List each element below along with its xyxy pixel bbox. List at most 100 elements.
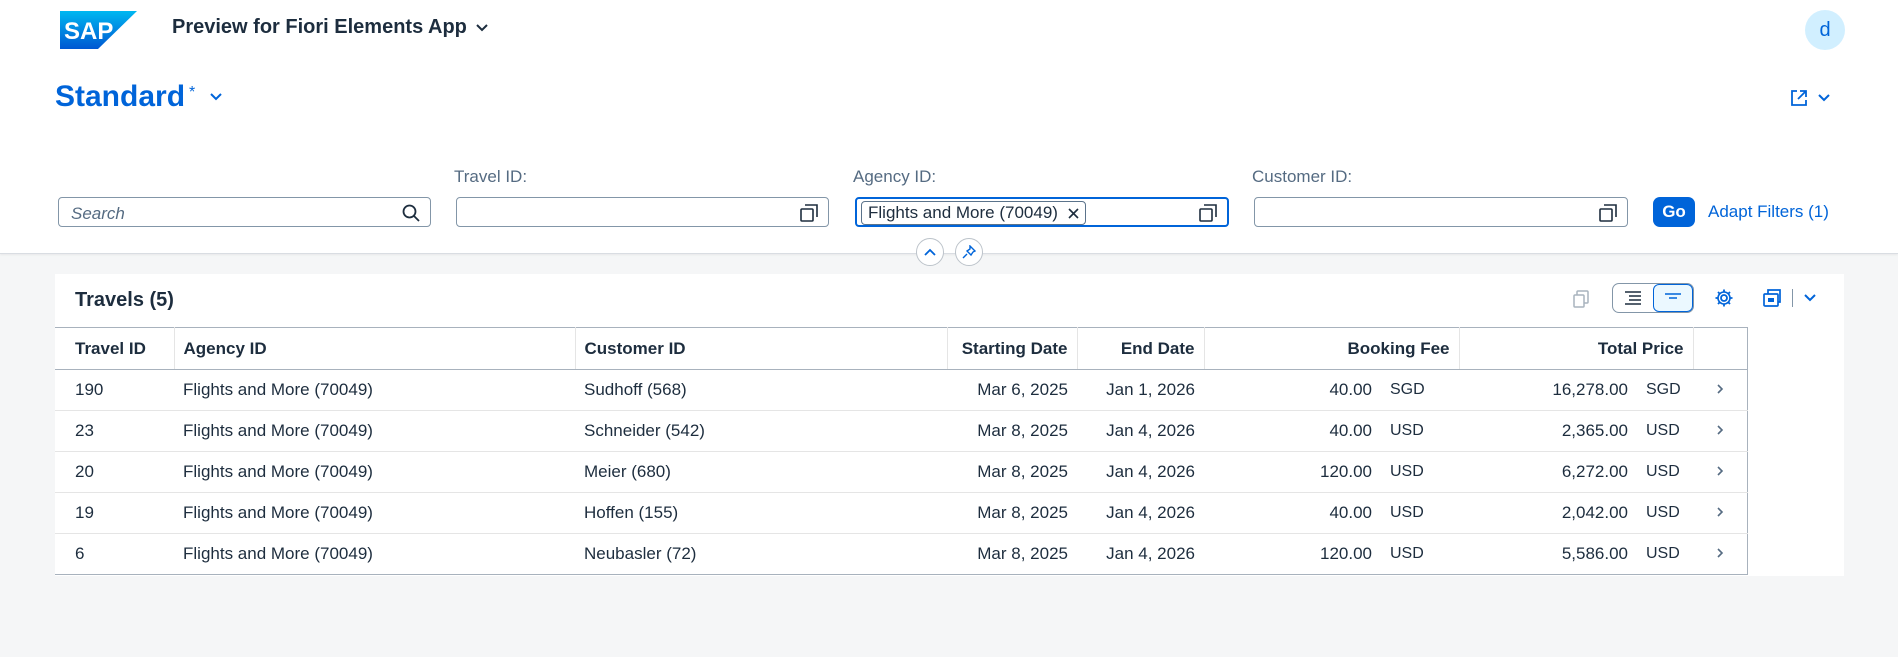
value-help-icon[interactable]: [1199, 204, 1217, 222]
collapse-header-button[interactable]: [916, 238, 944, 266]
column-header[interactable]: Total Price: [1459, 327, 1694, 370]
nav-column-header: [1693, 327, 1748, 370]
agency-cell: Flights and More (70049): [174, 410, 575, 452]
agency-cell: Flights and More (70049): [174, 369, 575, 411]
customer-cell: Schneider (542): [575, 410, 947, 452]
tree-mode-button[interactable]: [1613, 284, 1653, 312]
table-row[interactable]: 6 Flights and More (70049) Neubasler (72…: [55, 533, 1748, 575]
customer-cell: Neubasler (72): [575, 533, 947, 575]
total-price-cell: 2,042.00: [1459, 492, 1637, 534]
pin-icon: [962, 245, 976, 259]
travel-id-field[interactable]: [456, 197, 829, 227]
booking-fee-cell: 120.00: [1204, 451, 1381, 493]
agency-token[interactable]: Flights and More (70049): [861, 201, 1086, 225]
app-title-menu[interactable]: Preview for Fiori Elements App: [172, 16, 489, 39]
column-header[interactable]: Travel ID: [55, 327, 175, 370]
agency-id-field[interactable]: Flights and More (70049): [855, 197, 1229, 227]
booking-fee-currency-cell: SGD: [1381, 369, 1459, 411]
travel-id-cell: 190: [55, 369, 174, 411]
agency-cell: Flights and More (70049): [174, 492, 575, 534]
close-icon[interactable]: [1068, 207, 1079, 219]
booking-fee-currency-cell: USD: [1381, 451, 1459, 493]
search-placeholder: Search: [71, 204, 125, 223]
table-row[interactable]: 19 Flights and More (70049) Hoffen (155)…: [55, 492, 1748, 534]
customer-cell: Sudhoff (568): [575, 369, 947, 411]
column-header[interactable]: Agency ID: [174, 327, 576, 370]
row-navigation[interactable]: [1693, 369, 1748, 411]
end-date-cell: Jan 4, 2026: [1077, 533, 1204, 575]
chevron-right-icon: [1717, 548, 1723, 558]
customer-cell: Meier (680): [575, 451, 947, 493]
export-button[interactable]: [1759, 286, 1819, 310]
copy-icon: [1573, 290, 1589, 308]
total-price-currency-cell: USD: [1637, 451, 1693, 493]
agency-id-label: Agency ID:: [853, 167, 937, 186]
row-navigation[interactable]: [1693, 451, 1748, 493]
variant-modified-marker: *: [189, 84, 196, 101]
booking-fee-currency-cell: USD: [1381, 533, 1459, 575]
travel-id-cell: 6: [55, 533, 174, 575]
row-navigation[interactable]: [1693, 410, 1748, 452]
table-row[interactable]: 23 Flights and More (70049) Schneider (5…: [55, 410, 1748, 452]
start-date-cell: Mar 8, 2025: [947, 451, 1077, 493]
settings-button[interactable]: [1712, 286, 1736, 310]
gear-icon: [1715, 289, 1733, 307]
travels-table-card: Travels (5) Travel ID Agency ID Customer…: [55, 274, 1844, 576]
sap-logo[interactable]: SAP: [60, 11, 137, 49]
start-date-cell: Mar 6, 2025: [947, 369, 1077, 411]
value-help-icon[interactable]: [800, 204, 818, 222]
export-icon: [1762, 289, 1781, 307]
list-outdent-icon: [1665, 293, 1681, 299]
variant-name: Standard: [55, 80, 186, 113]
app-title: Preview for Fiori Elements App: [172, 16, 467, 38]
flat-mode-button[interactable]: [1653, 284, 1693, 312]
svg-text:SAP: SAP: [64, 18, 113, 45]
booking-fee-currency-cell: USD: [1381, 410, 1459, 452]
booking-fee-cell: 40.00: [1204, 369, 1381, 411]
header-area: SAP Preview for Fiori Elements App d Sta…: [0, 0, 1898, 254]
row-mode-segmented[interactable]: [1612, 283, 1694, 313]
value-help-icon[interactable]: [1599, 204, 1617, 222]
column-header[interactable]: Booking Fee: [1204, 327, 1460, 370]
chevron-down-icon: [476, 23, 488, 31]
agency-cell: Flights and More (70049): [174, 533, 575, 575]
travel-id-label: Travel ID:: [454, 167, 528, 186]
chevron-down-icon: [1803, 294, 1816, 302]
chevron-right-icon: [1717, 466, 1723, 476]
table-row[interactable]: 190 Flights and More (70049) Sudhoff (56…: [55, 369, 1748, 411]
total-price-cell: 2,365.00: [1459, 410, 1637, 452]
total-price-currency-cell: USD: [1637, 533, 1693, 575]
pin-header-button[interactable]: [955, 238, 983, 266]
row-navigation[interactable]: [1693, 492, 1748, 534]
share-button[interactable]: [1789, 88, 1831, 108]
travels-table: Travel ID Agency ID Customer ID Starting…: [55, 327, 1748, 575]
column-header[interactable]: Starting Date: [947, 327, 1078, 370]
table-title: Travels (5): [75, 289, 174, 311]
column-header[interactable]: End Date: [1077, 327, 1205, 370]
total-price-cell: 6,272.00: [1459, 451, 1637, 493]
search-input[interactable]: Search: [58, 197, 431, 227]
list-indent-icon: [1625, 291, 1641, 305]
agency-cell: Flights and More (70049): [174, 451, 575, 493]
copy-button[interactable]: [1569, 287, 1593, 311]
row-navigation[interactable]: [1693, 533, 1748, 575]
start-date-cell: Mar 8, 2025: [947, 492, 1077, 534]
chevron-down-icon: [210, 93, 222, 101]
travel-id-cell: 20: [55, 451, 174, 493]
total-price-cell: 16,278.00: [1459, 369, 1637, 411]
avatar[interactable]: d: [1805, 10, 1845, 50]
chevron-down-icon: [1818, 94, 1830, 102]
total-price-currency-cell: SGD: [1637, 369, 1693, 411]
go-button[interactable]: Go: [1653, 197, 1695, 227]
search-icon[interactable]: [402, 204, 420, 222]
start-date-cell: Mar 8, 2025: [947, 533, 1077, 575]
column-header[interactable]: Customer ID: [575, 327, 948, 370]
table-row[interactable]: 20 Flights and More (70049) Meier (680) …: [55, 451, 1748, 493]
end-date-cell: Jan 4, 2026: [1077, 492, 1204, 534]
total-price-currency-cell: USD: [1637, 492, 1693, 534]
adapt-filters-button[interactable]: Adapt Filters (1): [1708, 202, 1829, 222]
variant-selector[interactable]: Standard *: [55, 80, 223, 114]
chevron-right-icon: [1717, 384, 1723, 394]
booking-fee-currency-cell: USD: [1381, 492, 1459, 534]
customer-id-field[interactable]: [1254, 197, 1628, 227]
